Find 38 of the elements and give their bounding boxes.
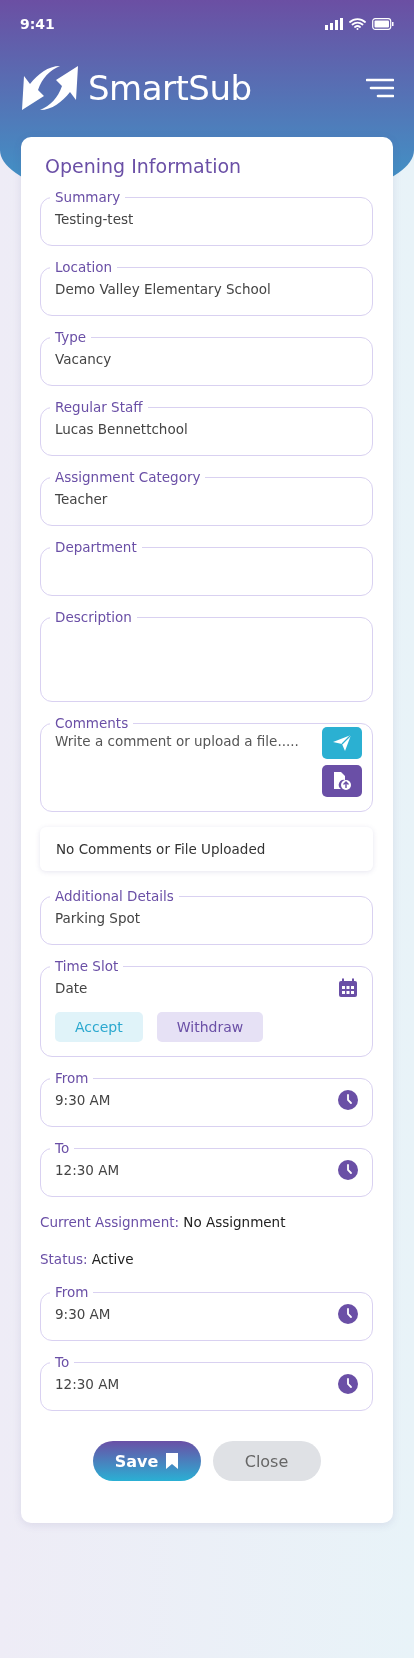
text-field[interactable]: Type Vacancy xyxy=(40,329,373,386)
status-time: 9:41 xyxy=(20,16,55,32)
app-logo: SmartSub xyxy=(88,68,252,108)
time-field[interactable]: To 12:30 AM xyxy=(40,1140,373,1197)
info-line: Current Assignment: No Assignment xyxy=(40,1213,287,1232)
bookmark-icon xyxy=(166,1453,179,1469)
info-line: Status: Active xyxy=(40,1250,135,1269)
clock-icon[interactable] xyxy=(338,1160,358,1180)
text-field[interactable]: Additional Details Parking Spot xyxy=(40,888,373,945)
text-area[interactable]: Description xyxy=(40,609,373,702)
clock-icon[interactable] xyxy=(338,1374,358,1394)
comment-field[interactable]: Comments Write a comment or upload a file..... xyxy=(40,715,373,812)
paper-plane-icon xyxy=(332,734,352,752)
withdraw-button[interactable]: Withdraw xyxy=(156,1012,264,1042)
text-field[interactable]: Location Demo Valley Elementary School xyxy=(40,259,373,316)
upload-file-button[interactable] xyxy=(322,765,362,797)
text-field[interactable]: Department xyxy=(40,539,373,596)
battery-icon xyxy=(372,18,394,30)
card-title: Opening Information xyxy=(45,155,243,177)
time-slot-field[interactable]: Time Slot Date Accept Withdraw xyxy=(40,958,373,1057)
empty-comments-message: No Comments or File Uploaded xyxy=(40,827,373,871)
time-field[interactable]: To 12:30 AM xyxy=(40,1354,373,1411)
calendar-icon[interactable] xyxy=(338,978,358,998)
time-field[interactable]: From 9:30 AM xyxy=(40,1070,373,1127)
send-button[interactable] xyxy=(322,727,362,759)
file-upload-icon xyxy=(332,771,352,791)
time-field[interactable]: From 9:30 AM xyxy=(40,1284,373,1341)
clock-icon[interactable] xyxy=(338,1090,358,1110)
clock-icon[interactable] xyxy=(338,1304,358,1324)
text-field[interactable]: Regular Staff Lucas Bennettchool xyxy=(40,399,373,456)
menu-icon[interactable] xyxy=(366,78,394,98)
text-field[interactable]: Assignment Category Teacher xyxy=(40,469,373,526)
logo-arrows-icon xyxy=(20,66,80,110)
signal-icon xyxy=(325,18,343,30)
close-button[interactable]: Close xyxy=(212,1441,321,1481)
wifi-icon xyxy=(349,18,366,30)
text-field[interactable]: Summary Testing-test xyxy=(40,189,373,246)
save-button[interactable]: Save xyxy=(92,1441,201,1481)
